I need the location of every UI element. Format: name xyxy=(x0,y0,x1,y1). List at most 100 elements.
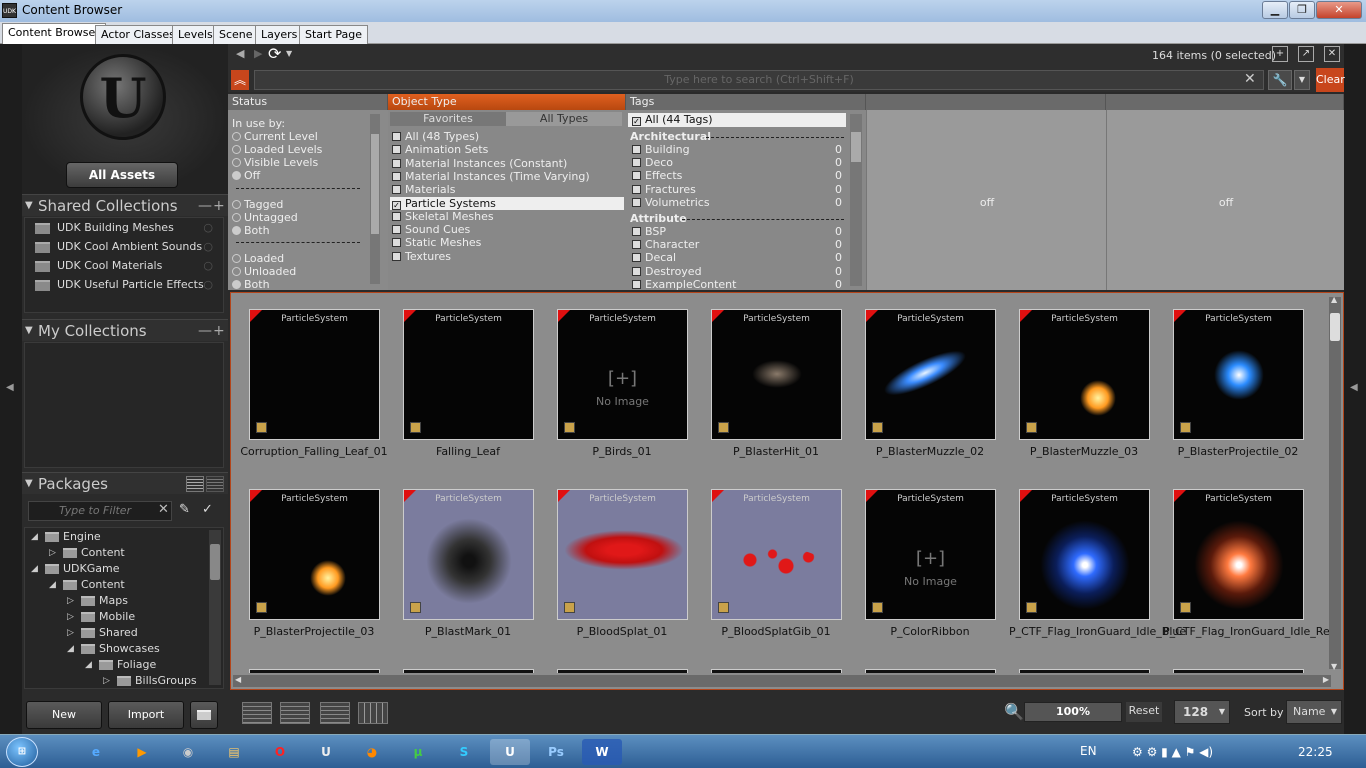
status-radio[interactable]: Unloaded xyxy=(232,265,296,278)
app-icon[interactable]: ◉ xyxy=(168,739,208,765)
expand-triangle-icon[interactable]: ▼ xyxy=(25,473,33,495)
grid-horizontal-scrollbar[interactable]: ◀ ▶ xyxy=(233,675,1331,687)
tray-icons[interactable]: ⚙ ⚙ ▮ ▲ ⚑ ◀) xyxy=(1132,745,1213,759)
checkbox[interactable] xyxy=(632,145,641,154)
checkbox[interactable]: ✓ xyxy=(632,117,641,126)
explorer-icon[interactable]: ▤ xyxy=(214,739,254,765)
asset-thumbnail-partial[interactable] xyxy=(557,669,688,673)
checkmark-icon[interactable]: ✓ xyxy=(202,502,213,517)
firefox-icon[interactable]: ◕ xyxy=(352,739,392,765)
tags-all-item[interactable]: ✓ All (44 Tags) xyxy=(628,113,846,127)
scroll-right-icon[interactable]: ▶ xyxy=(1323,675,1329,684)
tab-favorites[interactable]: Favorites xyxy=(390,112,506,126)
expander-icon[interactable]: ▷ xyxy=(67,594,74,608)
radio-icon[interactable] xyxy=(232,267,241,276)
expander-icon[interactable]: ▷ xyxy=(67,610,74,624)
package-tree-node[interactable]: ◢ Content xyxy=(25,578,205,594)
collapse-filters-icon[interactable]: ︽ xyxy=(231,70,249,90)
pencil-icon[interactable]: ✎ xyxy=(179,502,190,517)
wrench-icon[interactable]: 🔧 xyxy=(1268,70,1292,90)
tag-item[interactable]: Deco 0 xyxy=(632,156,844,169)
expander-icon[interactable]: ◢ xyxy=(49,578,56,592)
tree-scroll-thumb[interactable] xyxy=(210,544,220,580)
status-scroll-thumb[interactable] xyxy=(371,134,379,234)
object-type-item[interactable]: Textures xyxy=(390,250,624,263)
tag-item[interactable]: Decal 0 xyxy=(632,251,844,264)
asset-thumbnail-partial[interactable] xyxy=(403,669,534,673)
checkbox[interactable] xyxy=(392,185,401,195)
asset-thumbnail[interactable]: ParticleSystem [+] No Image xyxy=(865,489,996,620)
clear-button[interactable]: Clear xyxy=(1316,68,1345,92)
checkbox[interactable] xyxy=(632,158,641,168)
asset-thumbnail[interactable]: ParticleSystem xyxy=(1019,309,1150,440)
object-type-item[interactable]: All (48 Types) xyxy=(390,130,624,143)
checkbox[interactable] xyxy=(632,171,641,181)
radio-icon[interactable] xyxy=(232,200,241,209)
tag-item[interactable]: Effects 0 xyxy=(632,169,844,182)
tag-item[interactable]: Character 0 xyxy=(632,238,844,251)
search-input[interactable]: Type here to search (Ctrl+Shift+F) xyxy=(254,70,1264,90)
tag-item[interactable]: Destroyed 0 xyxy=(632,265,844,278)
refresh-dropdown-icon[interactable]: ▼ xyxy=(286,49,292,58)
radio-icon[interactable] xyxy=(232,171,241,180)
asset-thumbnail-partial[interactable] xyxy=(1019,669,1150,673)
package-tree-node[interactable]: ◢ Foliage xyxy=(25,658,205,674)
expand-triangle-icon[interactable]: ▼ xyxy=(25,195,33,217)
media-player-icon[interactable]: ▶ xyxy=(122,739,162,765)
checkbox[interactable] xyxy=(392,251,401,261)
package-tree-node[interactable]: ▷ BillsGroups xyxy=(25,674,205,690)
asset-thumbnail-partial[interactable] xyxy=(1173,669,1304,673)
checkbox[interactable]: ✓ xyxy=(392,200,401,210)
view-list-icon[interactable] xyxy=(242,702,272,724)
back-icon[interactable]: ◀ xyxy=(236,47,244,60)
new-button[interactable]: New xyxy=(26,701,102,729)
import-button[interactable]: Import xyxy=(108,701,184,729)
package-tree-node[interactable]: ◢ Showcases xyxy=(25,642,205,658)
status-radio[interactable]: Both xyxy=(232,224,270,237)
checkbox[interactable] xyxy=(632,240,641,250)
tag-item[interactable]: Volumetrics 0 xyxy=(632,196,844,209)
asset-thumbnail-partial[interactable] xyxy=(249,669,380,673)
reset-zoom-button[interactable]: Reset xyxy=(1126,702,1162,722)
asset-thumbnail[interactable]: ParticleSystem xyxy=(249,309,380,440)
radio-icon[interactable] xyxy=(232,280,241,289)
tab-layers[interactable]: Layers xyxy=(255,25,304,44)
open-folder-button[interactable] xyxy=(190,701,218,729)
forward-icon[interactable]: ▶ xyxy=(254,47,262,60)
skype-icon[interactable]: S xyxy=(444,739,484,765)
object-type-item[interactable]: Static Meshes xyxy=(390,236,624,249)
collection-item[interactable]: UDK Useful Particle Effects ○ xyxy=(29,276,219,294)
clock[interactable]: 22:25 xyxy=(1298,745,1333,759)
status-radio[interactable]: Both xyxy=(232,278,270,291)
scroll-down-icon[interactable]: ▼ xyxy=(1331,662,1337,671)
object-type-item[interactable]: Material Instances (Constant) xyxy=(390,157,624,170)
utorrent-icon[interactable]: µ xyxy=(398,739,438,765)
opera-icon[interactable]: O xyxy=(260,739,300,765)
object-type-item[interactable]: Sound Cues xyxy=(390,223,624,236)
asset-thumbnail[interactable]: ParticleSystem xyxy=(865,309,996,440)
popout-icon[interactable]: ↗ xyxy=(1298,46,1314,62)
radio-icon[interactable] xyxy=(232,158,241,167)
packages-header[interactable]: ▼ Packages xyxy=(22,472,228,494)
new-window-icon[interactable]: + xyxy=(1272,46,1288,62)
asset-thumbnail[interactable]: ParticleSystem xyxy=(1019,489,1150,620)
tab-all-types[interactable]: All Types xyxy=(506,112,622,126)
status-radio[interactable]: Off xyxy=(232,169,260,182)
asset-thumbnail[interactable]: ParticleSystem xyxy=(557,489,688,620)
status-radio[interactable]: Loaded Levels xyxy=(232,143,322,156)
grid-vertical-scrollbar[interactable]: ▲ ▼ xyxy=(1329,295,1341,671)
zoom-level[interactable]: 100% xyxy=(1024,702,1122,722)
tree-scrollbar[interactable] xyxy=(209,530,221,685)
status-radio[interactable]: Visible Levels xyxy=(232,156,318,169)
radio-icon[interactable] xyxy=(232,132,241,141)
udk-taskbar-icon[interactable]: U xyxy=(306,739,346,765)
view-grid-icon[interactable] xyxy=(358,702,388,724)
package-tree-node[interactable]: ▷ Mobile xyxy=(25,610,205,626)
asset-thumbnail[interactable]: ParticleSystem [+] No Image xyxy=(557,309,688,440)
tab-scene[interactable]: Scene xyxy=(213,25,259,44)
maximize-button[interactable]: ❐ xyxy=(1289,1,1315,19)
language-indicator[interactable]: EN xyxy=(1080,744,1097,758)
remove-collection-icon[interactable]: — xyxy=(198,195,212,217)
tags-scroll-thumb[interactable] xyxy=(851,132,861,162)
ie-icon[interactable]: e xyxy=(76,739,116,765)
